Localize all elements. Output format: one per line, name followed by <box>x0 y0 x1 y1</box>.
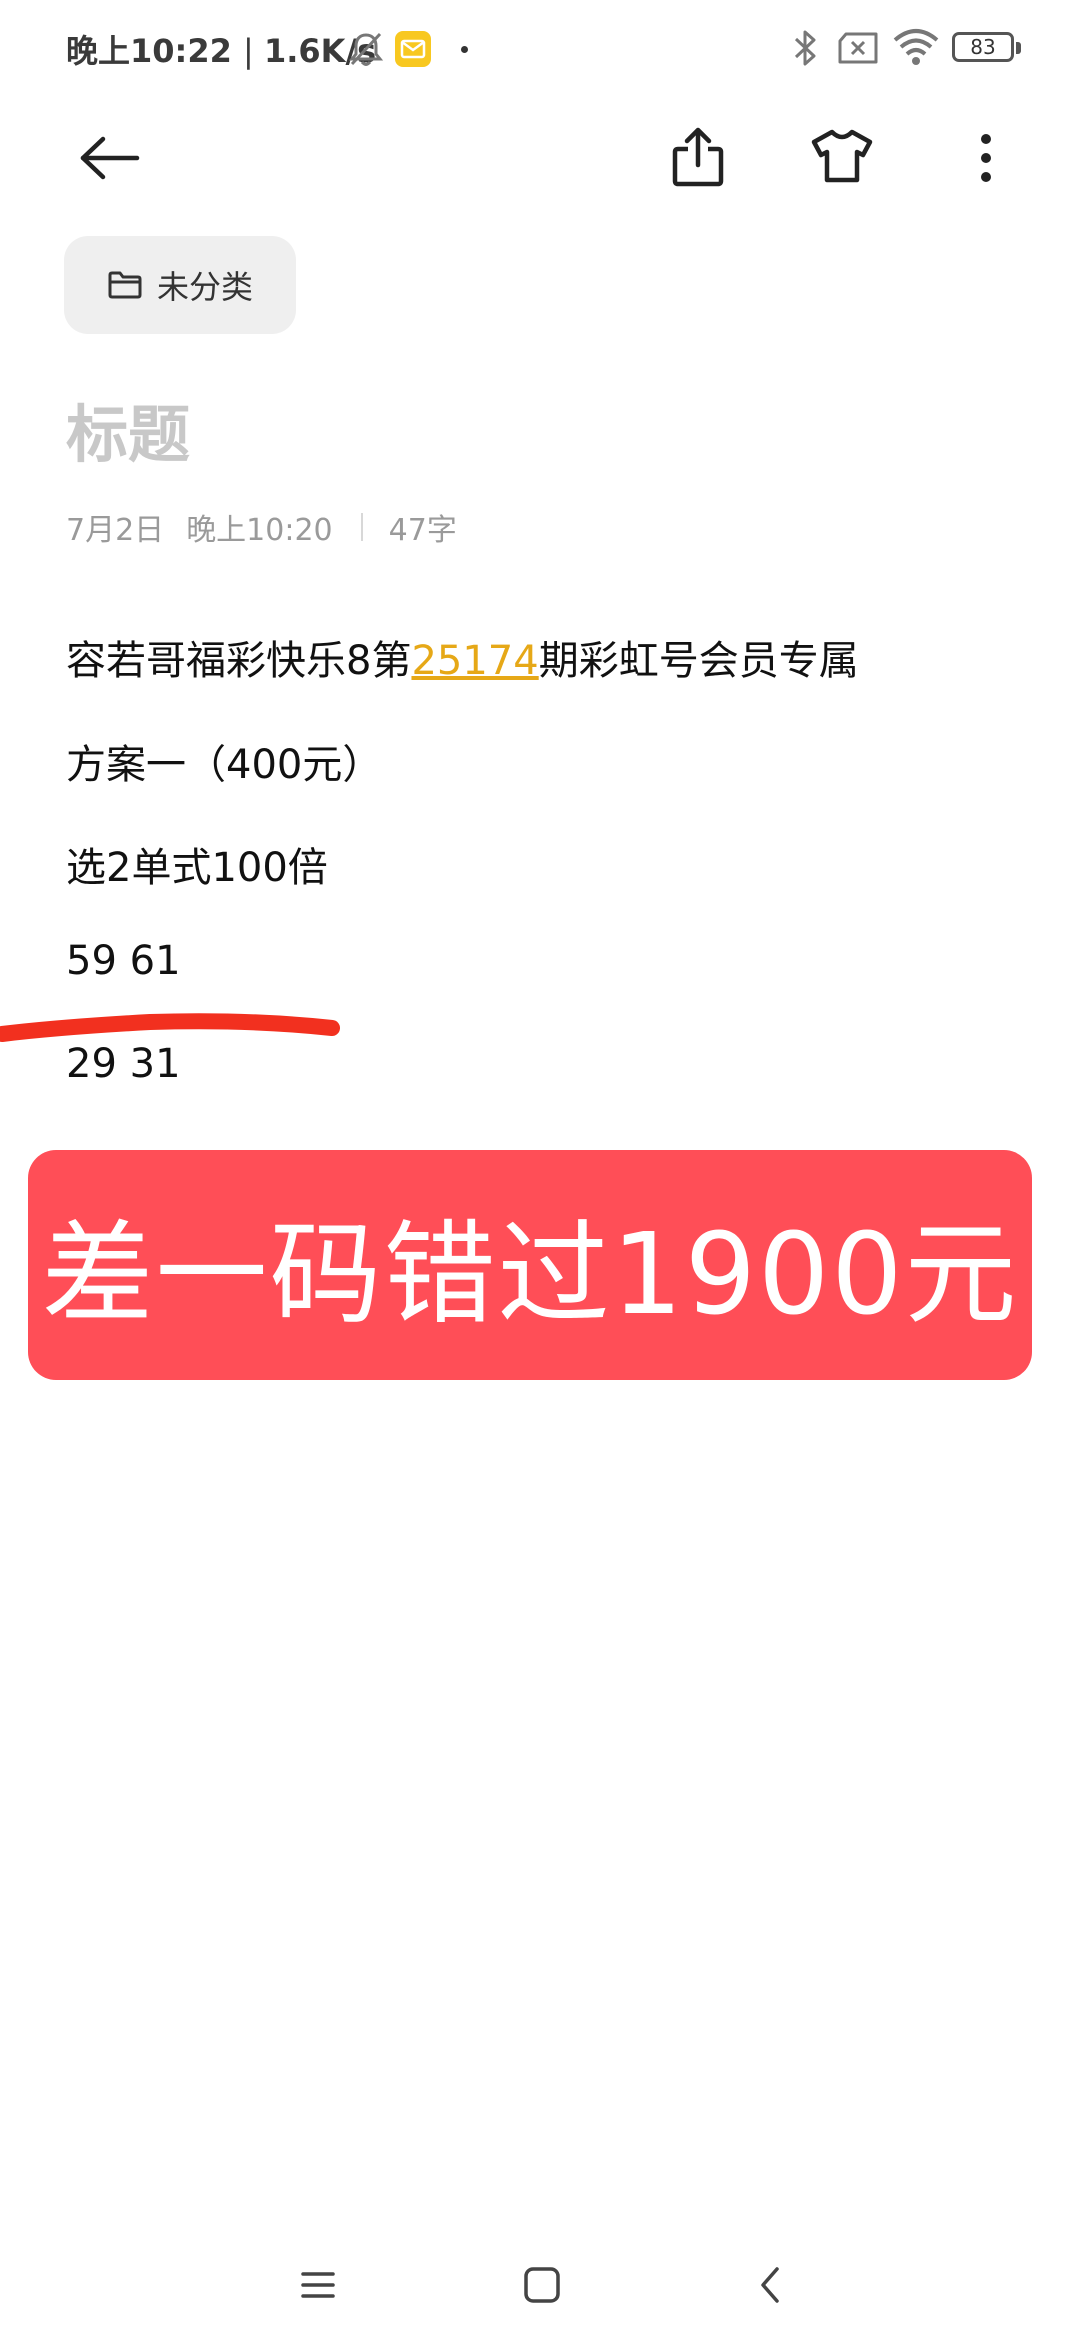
note-line-4[interactable]: 59 61 <box>66 938 181 984</box>
note-date: 7月2日 <box>66 513 165 548</box>
note-meta: 7月2日 晚上10:20 47字 <box>66 505 457 549</box>
word-count: 47字 <box>388 513 457 548</box>
note-line-2[interactable]: 方案一（400元） <box>66 732 382 790</box>
category-chip[interactable]: 未分类 <box>64 236 296 334</box>
share-button[interactable] <box>666 122 730 192</box>
notification-dot <box>461 46 468 53</box>
back-chevron-icon <box>761 2267 779 2303</box>
more-vertical-icon <box>981 134 991 182</box>
mail-icon <box>395 31 431 67</box>
arrow-left-icon <box>80 136 140 180</box>
back-button[interactable] <box>70 126 150 190</box>
status-time: 晚上10:22 <box>66 32 232 70</box>
issue-number-link[interactable]: 25174 <box>411 638 538 684</box>
nav-home-button[interactable] <box>502 2245 582 2325</box>
bluetooth-icon <box>794 30 816 66</box>
theme-button[interactable] <box>808 126 876 186</box>
more-button[interactable] <box>966 126 1006 190</box>
meta-divider <box>360 513 363 541</box>
status-bar-left: 晚上10:22 | 1.6K/s <box>66 26 376 72</box>
note-line-1[interactable]: 容若哥福彩快乐8第25174期彩虹号会员专属 <box>66 628 859 686</box>
battery-indicator: 83 <box>952 32 1014 62</box>
category-label: 未分类 <box>156 268 253 306</box>
nav-back-button[interactable] <box>730 2245 810 2325</box>
note-title-field[interactable]: 标题 <box>66 384 190 474</box>
status-divider: | <box>243 32 264 70</box>
note-time: 晚上10:20 <box>186 513 333 548</box>
folder-icon <box>108 271 142 299</box>
share-icon <box>672 127 724 187</box>
nav-menu-button[interactable] <box>278 2245 358 2325</box>
battery-tip <box>1016 42 1021 54</box>
line1-suffix: 期彩虹号会员专属 <box>538 638 859 684</box>
note-line-5[interactable]: 29 31 <box>66 1041 181 1087</box>
note-line-3[interactable]: 选2单式100倍 <box>66 835 328 893</box>
no-sim-icon <box>838 32 878 64</box>
line1-prefix: 容若哥福彩快乐8第 <box>66 638 412 684</box>
bell-muted-icon <box>348 32 384 66</box>
result-banner: 差一码错过1900元 <box>28 1150 1032 1380</box>
tshirt-icon <box>811 129 873 183</box>
battery-level: 83 <box>970 35 996 59</box>
banner-text: 差一码错过1900元 <box>41 1210 1019 1340</box>
wifi-icon <box>893 29 939 65</box>
menu-icon <box>301 2272 335 2298</box>
home-square-icon <box>524 2267 560 2303</box>
